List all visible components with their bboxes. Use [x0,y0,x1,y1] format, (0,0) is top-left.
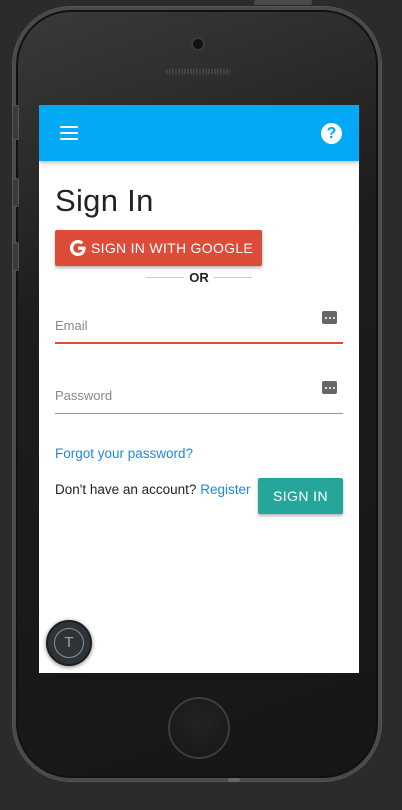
email-field[interactable]: Email [55,308,343,344]
email-placeholder: Email [55,318,88,333]
hamburger-menu-icon[interactable] [60,126,78,140]
page-title: Sign In [55,183,154,218]
forgot-password-link[interactable]: Forgot your password? [55,446,193,461]
avatar-letter: T [54,628,84,658]
google-icon [70,240,86,256]
no-account-text: Don't have an account? [55,482,197,497]
app-bar: ? [39,105,359,161]
power-button [254,0,312,5]
google-signin-button[interactable]: SIGN IN WITH GOOGLE [55,230,262,266]
password-manager-icon[interactable] [322,381,337,394]
email-underline [55,342,343,344]
password-underline [55,413,343,414]
register-prompt: Don't have an account? Register [55,482,250,497]
app-screen: ? Sign In SIGN IN WITH GOOGLE OR Email P… [39,105,359,673]
divider-line-right [214,277,252,278]
front-camera [191,37,205,51]
volume-down-button [12,242,19,271]
password-placeholder: Password [55,388,113,403]
help-icon[interactable]: ? [321,123,342,144]
password-manager-icon[interactable] [322,311,337,324]
mute-switch [12,105,19,140]
register-link[interactable]: Register [200,482,250,497]
or-divider: OR [146,269,252,285]
earpiece-speaker [165,68,231,75]
google-signin-label: SIGN IN WITH GOOGLE [91,240,254,256]
volume-up-button [12,178,19,207]
password-field[interactable]: Password [55,378,343,414]
signin-button[interactable]: SIGN IN [258,478,343,514]
home-button [168,697,230,759]
bottom-edge-mark [228,778,240,782]
avatar-fab[interactable]: T [46,620,92,666]
